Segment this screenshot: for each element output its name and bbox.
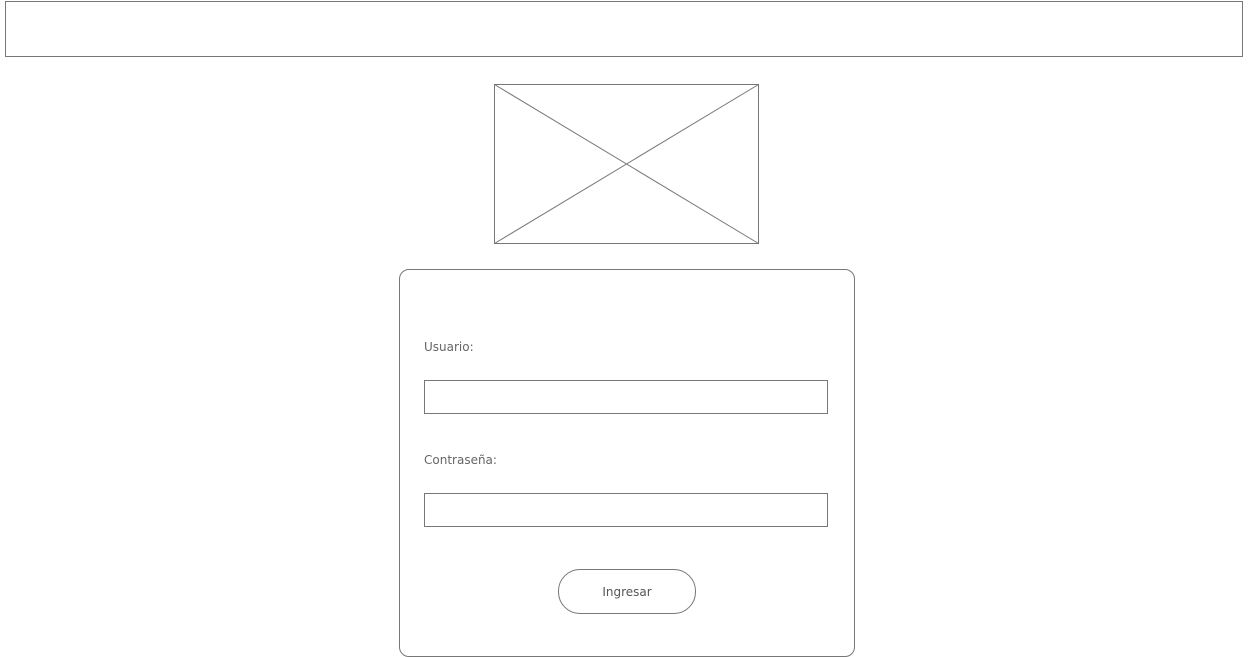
username-label: Usuario: [424,340,474,354]
password-input[interactable] [424,493,828,527]
image-placeholder-icon [494,84,759,244]
logo-image-placeholder [494,84,759,244]
header-bar [5,1,1243,57]
login-form-card: Usuario: Contraseña: Ingresar [399,269,855,657]
password-label: Contraseña: [424,453,497,467]
login-page: Usuario: Contraseña: Ingresar [0,0,1250,657]
username-input[interactable] [424,380,828,414]
login-submit-button[interactable]: Ingresar [558,569,696,614]
